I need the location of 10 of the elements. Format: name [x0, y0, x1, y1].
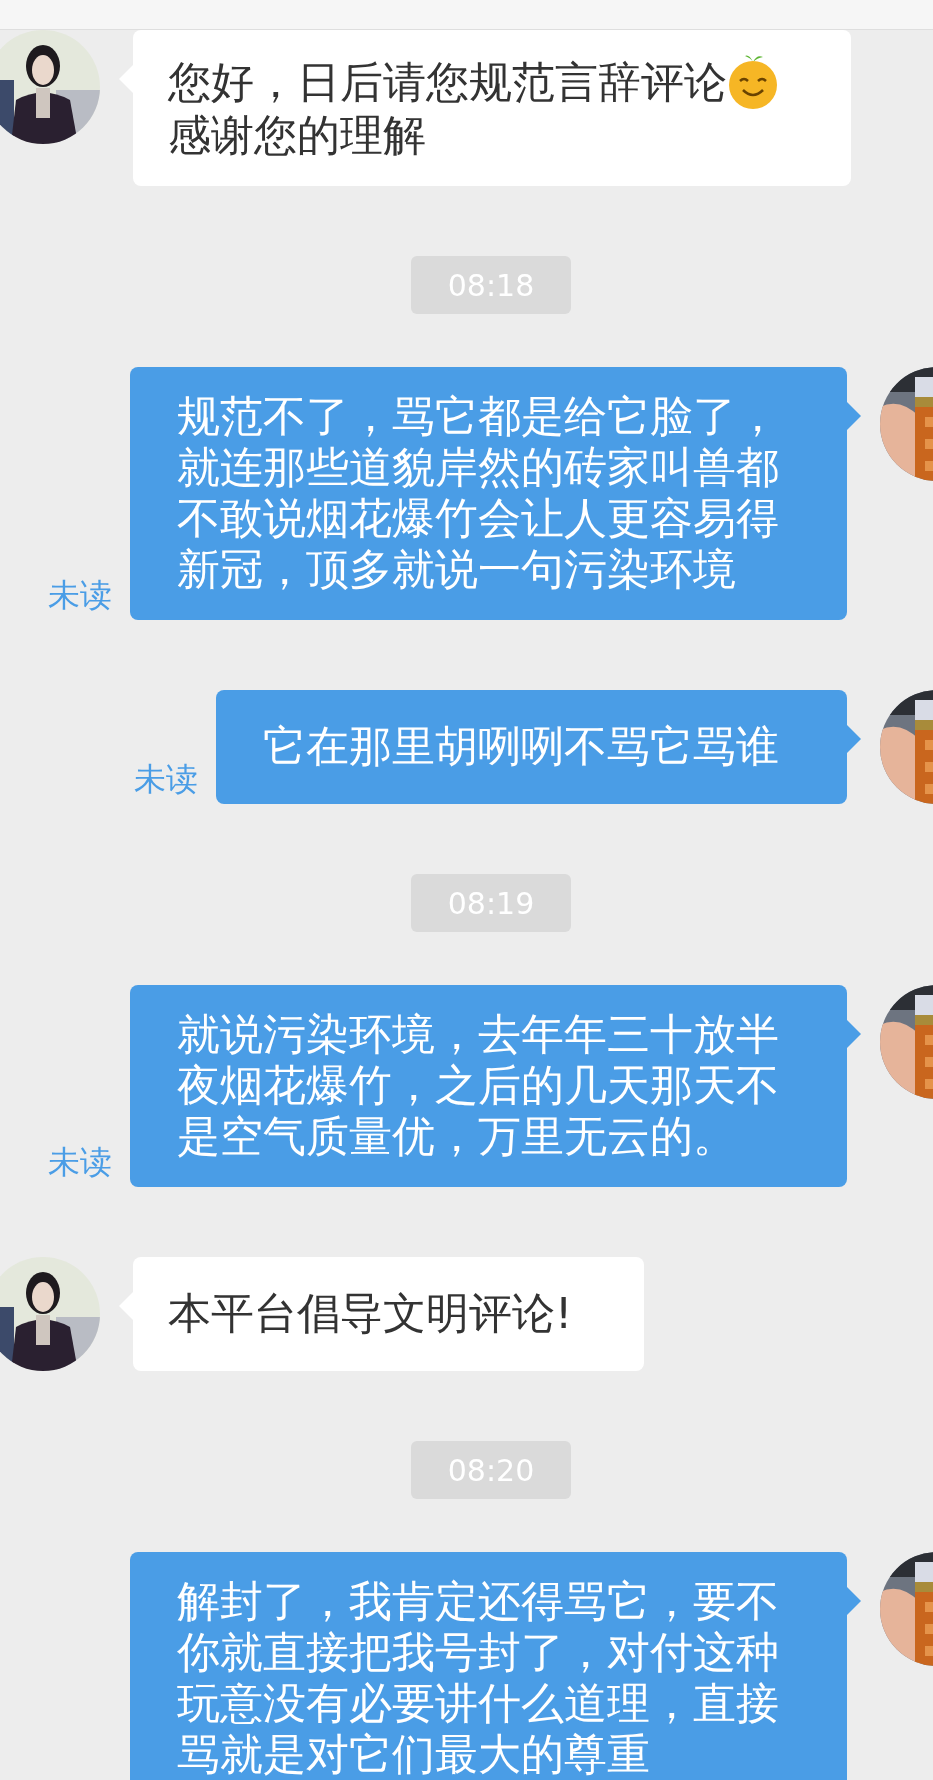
message-text: 解封了，我肯定还得骂它，要不 你就直接把我号封了，对付这种 玩意没有必要讲什么道理，直接 骂就是对它们最大的尊重 — [177, 1576, 779, 1780]
unread-label: 未读 — [48, 1142, 112, 1183]
unread-label: 未读 — [134, 759, 198, 800]
message-text: 它在那里胡咧咧不骂它骂谁 — [263, 721, 779, 772]
message-text: 本平台倡导文明评论! — [168, 1288, 573, 1339]
message-text: 感谢您的理解 — [168, 110, 427, 161]
unread-label: 未读 — [48, 575, 112, 616]
message-text: 规范不了，骂它都是给它脸了， 就连那些道貌岸然的砖家叫兽都 不敢说烟花爆竹会让人更容易得 新冠，顶多就说一句污染环境 — [177, 391, 779, 595]
message-text: 您好，日后请您规范言辞评论 — [168, 56, 727, 108]
message-text: 就说污染环境，去年年三十放半 夜烟花爆竹，之后的几天那天不 是空气质量优，万里无云的。 — [177, 1009, 779, 1162]
